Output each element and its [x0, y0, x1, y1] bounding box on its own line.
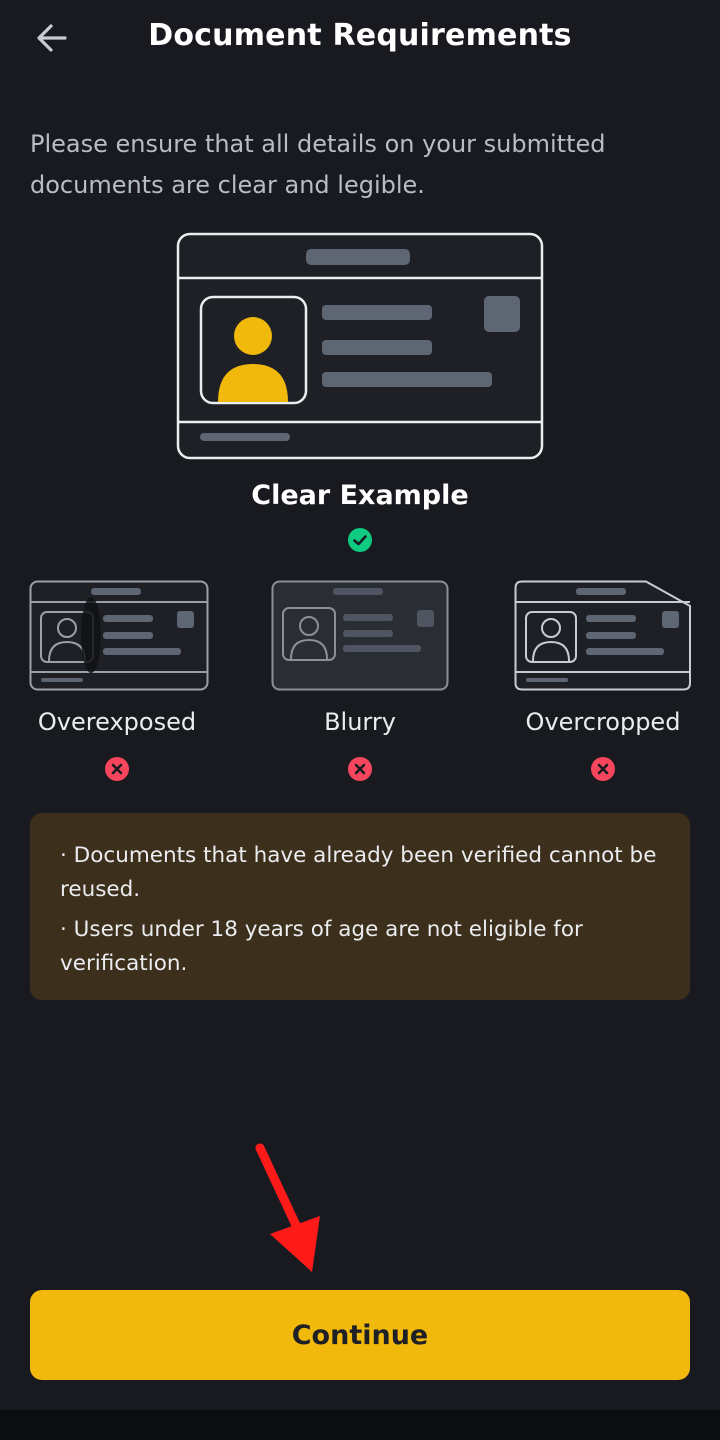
blurry-label: Blurry	[324, 708, 396, 736]
clear-id-card-illustration	[176, 232, 544, 460]
overcropped-label: Overcropped	[525, 708, 681, 736]
notice-item: · Documents that have already been verif…	[60, 843, 657, 902]
red-arrow-annotation	[255, 1143, 320, 1272]
clear-example-label: Clear Example	[251, 480, 469, 511]
x-circle-icon	[105, 757, 129, 781]
page-title: Document Requirements	[148, 18, 572, 53]
overcropped-card-illustration	[514, 580, 691, 691]
continue-label: Continue	[291, 1319, 429, 1351]
header: Document Requirements	[0, 0, 720, 80]
notice-item: · Users under 18 years of age are not el…	[60, 917, 583, 976]
bottom-navigation-bar	[0, 1410, 720, 1440]
x-circle-icon	[591, 757, 615, 781]
blurry-card-illustration	[271, 580, 449, 691]
continue-button[interactable]: Continue	[30, 1290, 690, 1380]
notice-box: · Documents that have already been verif…	[30, 813, 690, 1000]
overexposed-label: Overexposed	[37, 708, 197, 736]
check-circle-icon	[348, 528, 372, 552]
intro-text: Please ensure that all details on your s…	[30, 130, 606, 199]
x-circle-icon	[348, 757, 372, 781]
overexposed-card-illustration	[29, 580, 209, 691]
